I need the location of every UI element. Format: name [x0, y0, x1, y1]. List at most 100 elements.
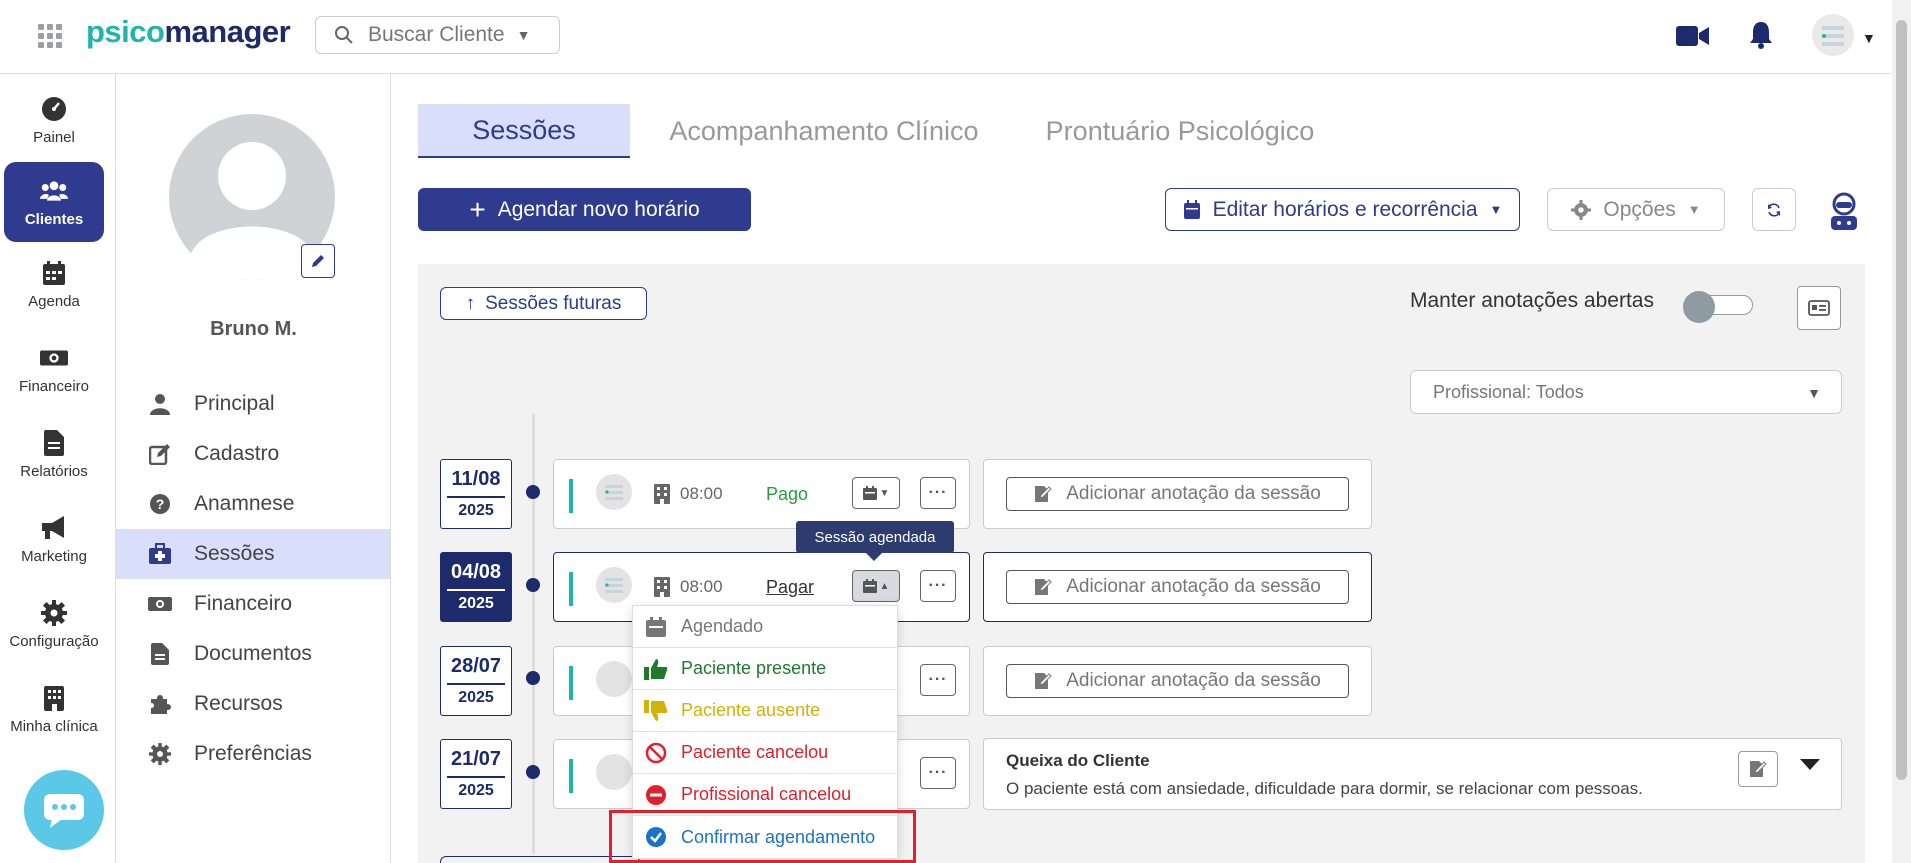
nav-relatorios[interactable]: Relatórios: [4, 414, 104, 494]
client-menu-financeiro[interactable]: Financeiro: [116, 579, 390, 629]
user-avatar[interactable]: [1812, 14, 1854, 56]
menu-label: Preferências: [194, 742, 312, 765]
new-schedule-button[interactable]: + Agendar novo horário: [418, 188, 751, 231]
session-color-bar: [569, 572, 573, 606]
status-agendado[interactable]: Agendado: [633, 606, 897, 648]
add-session-note-button[interactable]: Adicionar anotação da sessão: [1006, 477, 1349, 511]
more-options-button[interactable]: ···: [920, 570, 956, 602]
status-label: Profissional cancelou: [681, 784, 852, 804]
edit-note-icon: [1035, 486, 1052, 502]
nav-configuracao[interactable]: Configuração: [4, 584, 104, 664]
building-icon: [654, 577, 670, 597]
refresh-icon: [1768, 202, 1780, 217]
nav-financeiro[interactable]: Financeiro: [4, 329, 104, 409]
add-session-note-button[interactable]: Adicionar anotação da sessão: [1006, 664, 1349, 698]
left-navigation: Painel Clientes Agenda Financeiro Relató…: [0, 74, 116, 863]
session-status-button[interactable]: ▼: [852, 477, 900, 509]
client-menu-preferencias[interactable]: Preferências: [116, 729, 390, 779]
session-year: 2025: [458, 782, 494, 799]
tab-prontuario-psicologico[interactable]: Prontuário Psicológico: [1020, 104, 1340, 158]
more-options-button[interactable]: ···: [920, 664, 956, 696]
chevron-down-icon: ▼: [516, 27, 531, 43]
money-icon: [40, 344, 68, 372]
keep-notes-open-toggle[interactable]: [1683, 291, 1755, 323]
calendar-icon: [862, 486, 877, 500]
apps-grid-icon[interactable]: [38, 24, 62, 48]
building-icon: [40, 684, 68, 712]
refresh-button[interactable]: [1752, 188, 1796, 231]
client-menu-anamnese[interactable]: ? Anamnese: [116, 479, 390, 529]
gear-icon: [40, 599, 68, 627]
chat-support-button[interactable]: [24, 770, 104, 850]
new-schedule-label: Agendar novo horário: [497, 197, 700, 221]
tab-acompanhamento-clinico[interactable]: Acompanhamento Clínico: [648, 104, 1000, 158]
page-scrollbar[interactable]: [1892, 0, 1911, 863]
nav-painel[interactable]: Painel: [4, 80, 104, 160]
client-menu-principal[interactable]: Principal: [116, 379, 390, 429]
nav-agenda[interactable]: Agenda: [4, 244, 104, 324]
client-menu-cadastro[interactable]: Cadastro: [116, 429, 390, 479]
session-day: 21/07: [450, 748, 502, 770]
caret-down-icon: ▼: [879, 487, 890, 499]
nav-label: Minha clínica: [10, 717, 98, 735]
expand-caret-icon[interactable]: [1800, 759, 1820, 770]
client-menu-sessoes[interactable]: Sessões: [116, 529, 390, 579]
tab-sessoes[interactable]: Sessões: [418, 104, 630, 158]
edit-schedule-button[interactable]: Editar horários e recorrência ▼: [1165, 188, 1520, 231]
edit-note-icon: [1750, 761, 1767, 777]
timeline-dot: [526, 671, 540, 685]
megaphone-icon: [40, 514, 68, 542]
complaint-text: O paciente está com ansiedade, dificulda…: [1006, 779, 1643, 798]
nav-label: Clientes: [24, 210, 84, 228]
client-menu-documentos[interactable]: Documentos: [116, 629, 390, 679]
payment-status[interactable]: Pago: [766, 484, 808, 505]
edit-note-button[interactable]: [1738, 751, 1778, 787]
chat-icon: [44, 794, 84, 828]
user-menu-caret-icon[interactable]: ▼: [1862, 30, 1876, 46]
nav-minha-clinica[interactable]: Minha clínica: [4, 669, 104, 749]
status-paciente-presente[interactable]: Paciente presente: [633, 648, 897, 690]
nav-clientes[interactable]: Clientes: [4, 162, 104, 242]
add-session-note-button[interactable]: Adicionar anotação da sessão: [1006, 570, 1349, 604]
session-year: 2025: [458, 689, 494, 706]
payment-link[interactable]: Pagar: [766, 577, 814, 598]
status-paciente-ausente[interactable]: Paciente ausente: [633, 690, 897, 732]
search-icon: [335, 26, 353, 44]
dashboard-icon: [40, 95, 68, 123]
user-icon: [146, 393, 174, 415]
session-note-card: Adicionar anotação da sessão: [983, 646, 1372, 716]
timeline-dot: [526, 485, 540, 499]
more-options-button[interactable]: ···: [920, 477, 956, 509]
nav-label: Painel: [33, 128, 75, 146]
menu-label: Cadastro: [194, 442, 280, 465]
client-search[interactable]: Buscar Cliente ▼: [315, 16, 560, 54]
add-note-label: Adicionar anotação da sessão: [1066, 576, 1321, 597]
options-label: Opções: [1603, 197, 1676, 221]
session-time: 08:00: [680, 484, 723, 503]
edit-note-icon: [1035, 673, 1052, 689]
notes-panel-button[interactable]: [1797, 286, 1841, 330]
session-status-button[interactable]: ▲: [852, 570, 900, 602]
chevron-down-icon: ▼: [1687, 202, 1701, 217]
status-label: Paciente presente: [681, 658, 827, 678]
session-date: 11/08 2025: [440, 459, 512, 529]
status-paciente-cancelou[interactable]: Paciente cancelou: [633, 732, 897, 774]
session-color-bar: [569, 479, 573, 513]
professional-filter-select[interactable]: Profissional: Todos ▼: [1410, 370, 1842, 414]
add-note-label: Adicionar anotação da sessão: [1066, 483, 1321, 504]
gear-icon: [1571, 199, 1592, 220]
assistant-robot-icon[interactable]: [1826, 192, 1862, 232]
future-sessions-button[interactable]: ↑ Sessões futuras: [440, 287, 647, 320]
scrollbar-thumb[interactable]: [1896, 20, 1907, 780]
timeline-line: [532, 414, 535, 854]
session-day: 04/08: [450, 561, 502, 583]
menu-label: Recursos: [194, 692, 283, 715]
bell-icon[interactable]: [1748, 20, 1774, 50]
client-menu-recursos[interactable]: Recursos: [116, 679, 390, 729]
video-camera-icon[interactable]: [1676, 24, 1710, 48]
nav-marketing[interactable]: Marketing: [4, 499, 104, 579]
more-options-button[interactable]: ···: [920, 757, 956, 789]
app-logo[interactable]: psicomanager: [86, 14, 291, 50]
edit-photo-button[interactable]: [301, 244, 335, 278]
options-button[interactable]: Opções ▼: [1547, 188, 1725, 231]
